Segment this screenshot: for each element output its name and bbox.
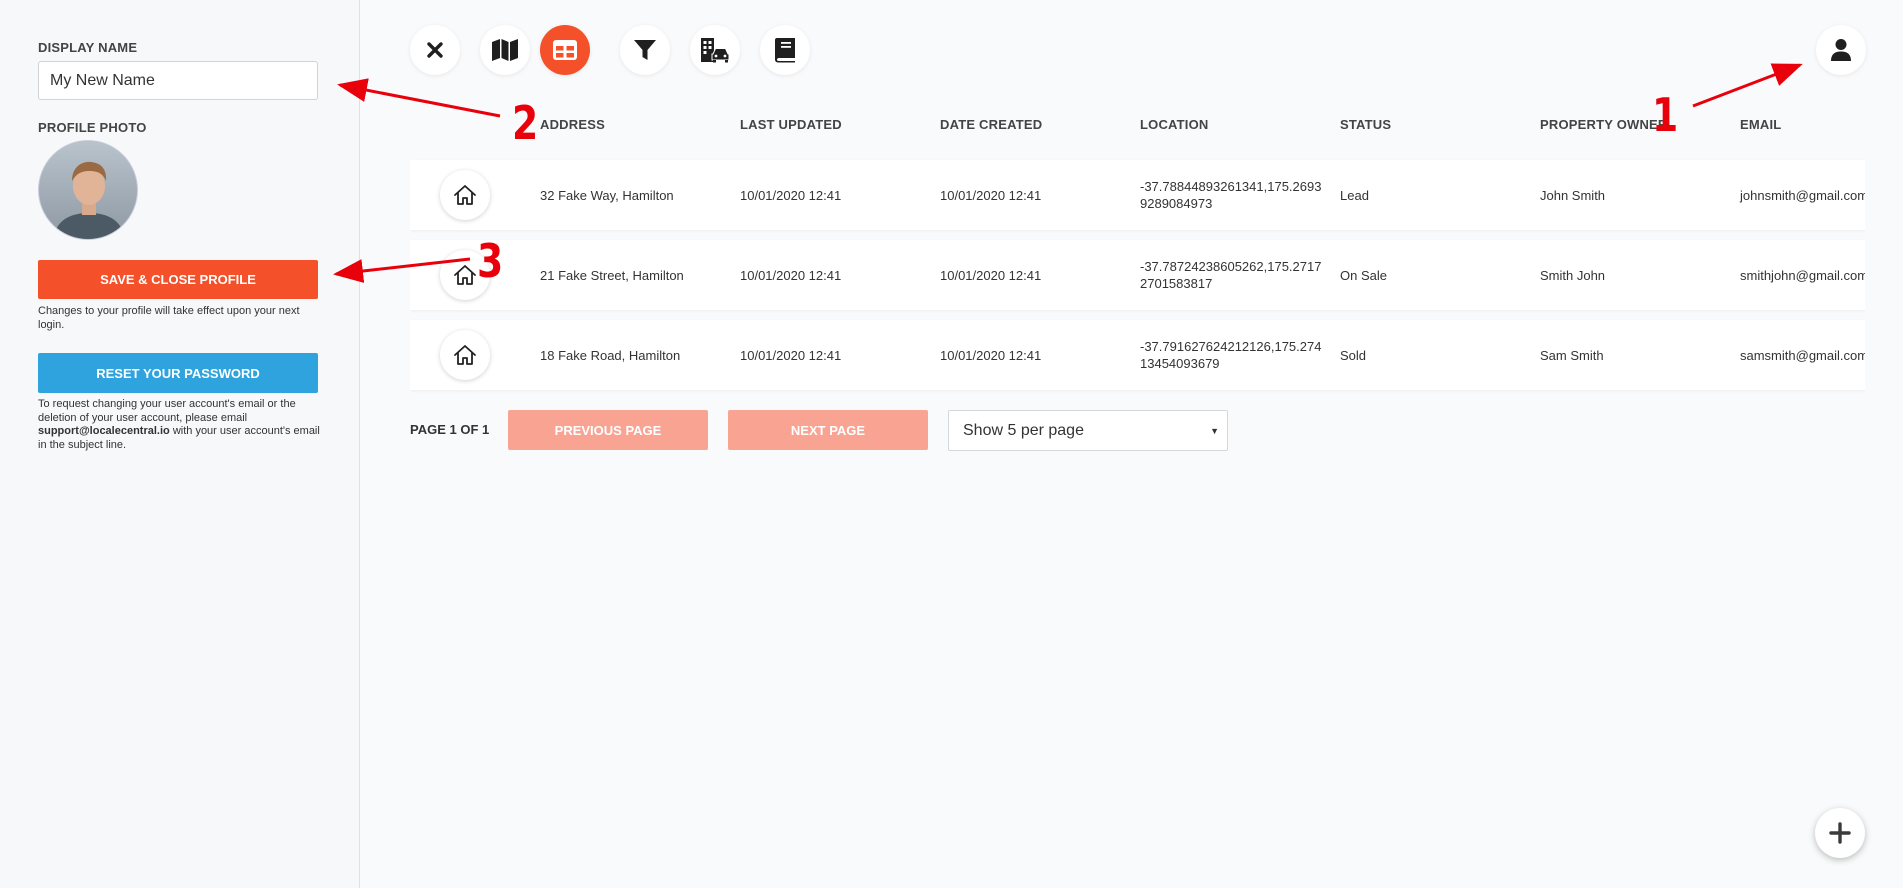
building-car-icon <box>701 38 730 63</box>
cell-location: -37.78724238605262,175.27172701583817 <box>1140 259 1322 291</box>
table-row[interactable]: 32 Fake Way, Hamilton 10/01/2020 12:41 1… <box>410 160 1865 230</box>
cell-last-updated: 10/01/2020 12:41 <box>740 267 842 283</box>
book-icon <box>775 38 795 63</box>
filter-button[interactable] <box>620 25 670 75</box>
property-vehicle-button[interactable] <box>690 25 740 75</box>
home-icon <box>454 345 476 365</box>
cell-status: Sold <box>1340 347 1367 363</box>
support-email-link[interactable]: support@localecentral.io <box>38 425 170 437</box>
reset-password-button[interactable]: RESET YOUR PASSWORD <box>38 353 318 393</box>
map-icon <box>492 39 518 61</box>
table-view-button[interactable] <box>540 25 590 75</box>
next-page-button[interactable]: NEXT PAGE <box>728 410 928 450</box>
column-header-address[interactable]: ADDRESS <box>540 117 605 132</box>
column-header-date-created[interactable]: DATE CREATED <box>940 117 1042 132</box>
cell-last-updated: 10/01/2020 12:41 <box>740 187 842 203</box>
open-property-button[interactable] <box>440 170 490 220</box>
table-icon <box>553 40 577 60</box>
cell-email: johnsmith@gmail.com <box>1740 187 1865 203</box>
profile-photo-label: PROFILE PHOTO <box>38 120 147 135</box>
table-row[interactable]: 21 Fake Street, Hamilton 10/01/2020 12:4… <box>410 240 1865 310</box>
open-property-button[interactable] <box>440 330 490 380</box>
column-header-status[interactable]: STATUS <box>1340 117 1391 132</box>
cell-date-created: 10/01/2020 12:41 <box>940 267 1042 283</box>
request-note-prefix: To request changing your user account's … <box>38 398 296 424</box>
home-icon <box>454 185 476 205</box>
save-close-profile-button[interactable]: SAVE & CLOSE PROFILE <box>38 260 318 299</box>
cell-location: -37.791627624212126,175.27413454093679 <box>1140 339 1322 371</box>
cell-email: smithjohn@gmail.com <box>1740 267 1865 283</box>
plus-icon <box>1829 822 1851 844</box>
close-icon <box>427 42 443 58</box>
annotation-number-2: 2 <box>512 96 539 150</box>
avatar[interactable] <box>38 140 138 240</box>
column-header-email[interactable]: EMAIL <box>1740 117 1781 132</box>
cell-property-owner: John Smith <box>1540 187 1606 203</box>
add-property-button[interactable] <box>1815 808 1865 858</box>
cell-address: 32 Fake Way, Hamilton <box>540 187 674 203</box>
chevron-down-icon: ▼ <box>1210 426 1219 436</box>
cell-property-owner: Sam Smith <box>1540 347 1604 363</box>
cell-date-created: 10/01/2020 12:41 <box>940 347 1042 363</box>
save-note: Changes to your profile will take effect… <box>38 305 300 331</box>
close-button[interactable] <box>410 25 460 75</box>
cell-last-updated: 10/01/2020 12:41 <box>740 347 842 363</box>
display-name-input[interactable] <box>38 61 318 100</box>
per-page-select[interactable]: Show 5 per page ▼ <box>948 410 1228 451</box>
user-icon <box>1831 39 1851 61</box>
page-indicator: PAGE 1 OF 1 <box>410 422 490 437</box>
previous-page-button[interactable]: PREVIOUS PAGE <box>508 410 708 450</box>
annotation-number-1: 1 <box>1652 88 1679 142</box>
cell-email: samsmith@gmail.com <box>1740 347 1865 363</box>
map-view-button[interactable] <box>480 25 530 75</box>
cell-location: -37.78844893261341,175.26939289084973 <box>1140 179 1322 211</box>
profile-sidebar: DISPLAY NAME PROFILE PHOTO SAVE & CLOSE … <box>0 0 360 888</box>
book-button[interactable] <box>760 25 810 75</box>
table-row[interactable]: 18 Fake Road, Hamilton 10/01/2020 12:41 … <box>410 320 1865 390</box>
cell-address: 18 Fake Road, Hamilton <box>540 347 681 363</box>
column-header-property-owner[interactable]: PROPERTY OWNER <box>1540 117 1668 132</box>
cell-property-owner: Smith John <box>1540 267 1606 283</box>
cell-date-created: 10/01/2020 12:41 <box>940 187 1042 203</box>
annotation-number-3: 3 <box>477 234 504 288</box>
user-profile-button[interactable] <box>1816 25 1866 75</box>
column-header-last-updated[interactable]: LAST UPDATED <box>740 117 842 132</box>
property-table: 32 Fake Way, Hamilton 10/01/2020 12:41 1… <box>410 155 1865 395</box>
request-note: To request changing your user account's … <box>38 398 320 452</box>
column-header-location[interactable]: LOCATION <box>1140 117 1209 132</box>
filter-icon <box>634 40 656 60</box>
display-name-label: DISPLAY NAME <box>38 40 138 55</box>
arrow-2 <box>337 78 501 118</box>
arrow-1 <box>1692 63 1803 108</box>
per-page-value: Show 5 per page <box>963 421 1084 439</box>
profile-photo <box>39 141 137 239</box>
cell-address: 21 Fake Street, Hamilton <box>540 267 684 283</box>
cell-status: Lead <box>1340 187 1369 203</box>
home-icon <box>454 265 476 285</box>
cell-status: On Sale <box>1340 267 1387 283</box>
